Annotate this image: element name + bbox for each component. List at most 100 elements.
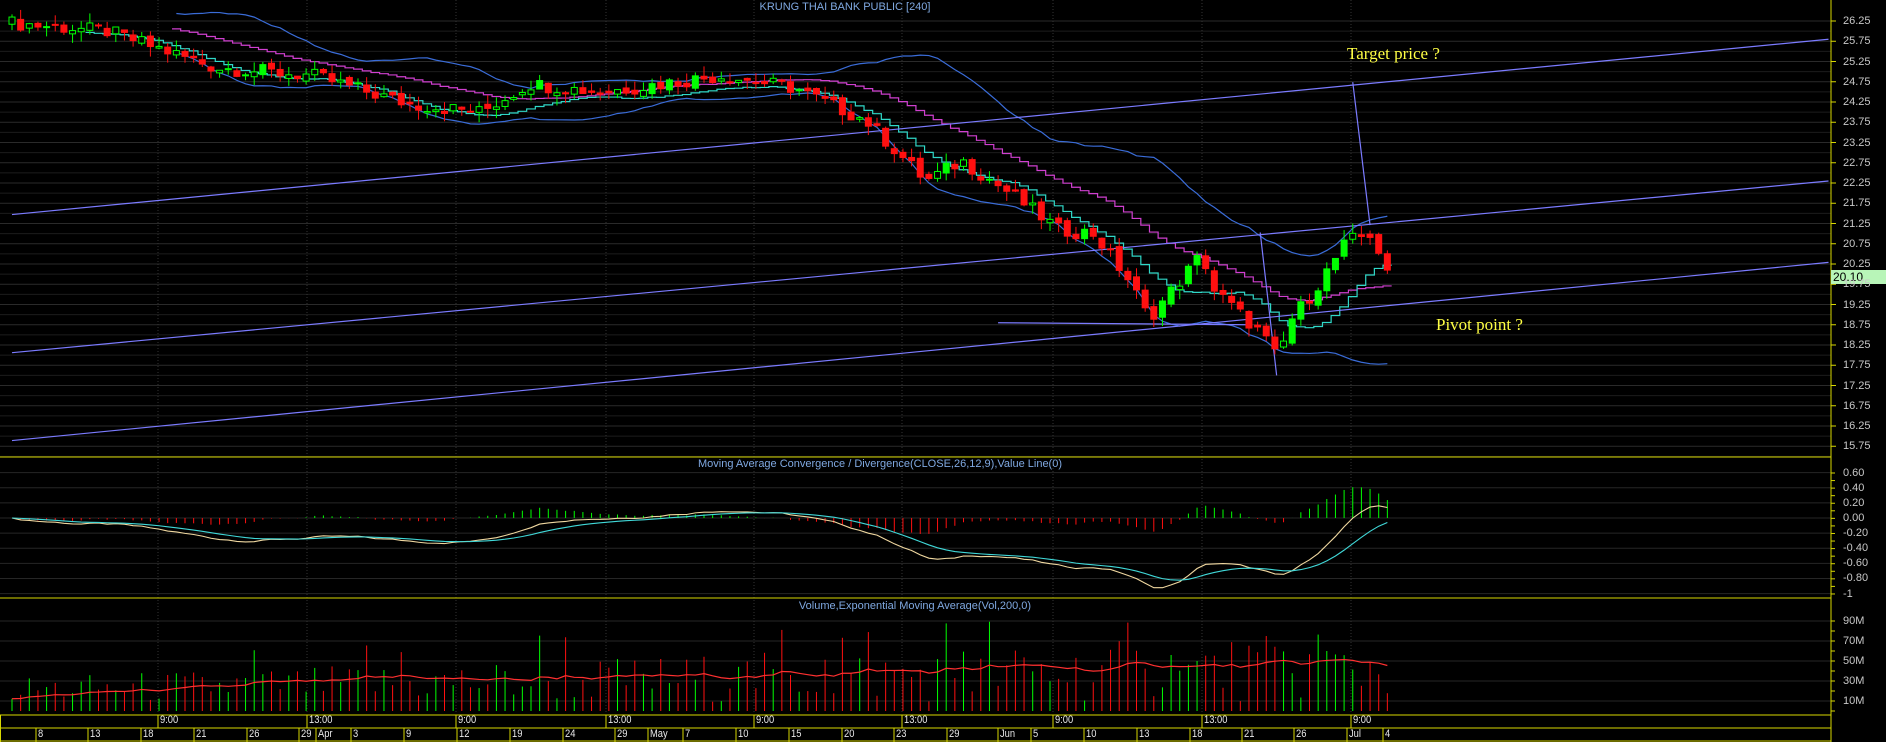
candle-body xyxy=(293,75,301,80)
candle-body xyxy=(389,91,397,96)
time-label: 13:00 xyxy=(904,714,928,726)
candle-body xyxy=(622,87,630,94)
candle-body xyxy=(812,87,820,95)
date-label: 8 xyxy=(38,728,44,740)
candle-body xyxy=(882,127,890,147)
candle-body xyxy=(717,78,725,82)
candle-body xyxy=(778,79,786,82)
candle-body xyxy=(925,173,933,179)
candle-body xyxy=(916,157,924,178)
candle-body xyxy=(51,23,59,26)
candle-body xyxy=(821,96,829,99)
candle-body xyxy=(423,111,431,114)
candle-body xyxy=(639,90,647,97)
volume-ema-line xyxy=(11,658,1388,700)
candle-body xyxy=(207,66,215,72)
date-label: 18 xyxy=(143,728,154,740)
candle-body xyxy=(1124,270,1132,281)
candle-body xyxy=(1340,239,1348,257)
macd-signal-line xyxy=(11,512,1388,581)
trendline-channel-upper xyxy=(11,38,1829,216)
macd-tick-label: 0.00 xyxy=(1843,512,1865,524)
candle-body xyxy=(1306,300,1313,304)
candle-body xyxy=(864,117,872,127)
candle-body xyxy=(345,76,353,86)
candle-body xyxy=(475,106,483,113)
candle-body xyxy=(1331,257,1339,271)
time-label: 9:00 xyxy=(756,714,775,726)
date-label: May xyxy=(650,728,668,740)
macd-title: Moving Average Convergence / Divergence(… xyxy=(697,458,1063,470)
candle-body xyxy=(60,24,68,33)
date-label: 24 xyxy=(565,728,576,740)
date-label: 10 xyxy=(738,728,749,740)
macd-tick-label: -0.40 xyxy=(1843,542,1869,555)
candle-body xyxy=(1037,201,1045,221)
candle-body xyxy=(120,29,128,33)
trendline-channel-middle xyxy=(11,180,1829,354)
candle-body xyxy=(69,30,77,35)
candle-body xyxy=(34,22,42,28)
candle-body xyxy=(968,159,976,175)
macd-tick-label: -1 xyxy=(1843,587,1853,600)
candle-body xyxy=(259,64,267,76)
date-label: 18 xyxy=(1192,728,1203,740)
price-tick-label: 24.75 xyxy=(1843,75,1871,88)
volume-title: Volume,Exponential Moving Average(Vol,20… xyxy=(798,600,1032,612)
date-label: 29 xyxy=(301,728,312,740)
candle-body xyxy=(432,109,440,113)
candle-body xyxy=(1236,301,1244,310)
candle-body xyxy=(1271,336,1279,350)
date-label: 21 xyxy=(196,728,207,740)
candle-body xyxy=(562,92,570,95)
candle-body xyxy=(25,23,33,29)
price-tick-label: 26.25 xyxy=(1843,15,1871,27)
candle-body xyxy=(1098,237,1106,249)
candle-body xyxy=(17,18,25,31)
candle-body xyxy=(242,74,250,77)
candle-body xyxy=(77,27,85,33)
date-label: 4 xyxy=(1385,728,1391,740)
candle-body xyxy=(1184,265,1192,285)
candle-body xyxy=(328,73,336,83)
candle-body xyxy=(674,81,682,87)
candle-body xyxy=(951,163,959,170)
candle-body xyxy=(752,81,760,84)
macd-tick-label: 0.20 xyxy=(1843,496,1865,509)
price-tick-label: 21.75 xyxy=(1843,197,1871,210)
candle-body xyxy=(873,123,881,126)
candle-body xyxy=(1262,325,1270,337)
candle-body xyxy=(830,96,838,101)
candle-body xyxy=(268,62,275,70)
candle-body xyxy=(787,81,794,93)
candle-body xyxy=(856,117,864,120)
time-label: 13:00 xyxy=(309,714,333,726)
candle-body xyxy=(129,34,137,42)
time-label: 9:00 xyxy=(1353,714,1372,726)
time-label: 13:00 xyxy=(608,714,632,726)
date-label: 5 xyxy=(1033,728,1039,740)
candle-body xyxy=(536,80,544,90)
candle-body xyxy=(43,26,51,29)
candle-body xyxy=(1176,285,1184,291)
macd-tick-label: -0.60 xyxy=(1843,557,1869,570)
bollinger-upper xyxy=(176,11,1388,257)
candle-body xyxy=(1375,234,1383,254)
candle-body xyxy=(164,46,172,55)
candle-body xyxy=(103,27,111,37)
candle-body xyxy=(1081,228,1089,240)
candle-body xyxy=(1072,233,1080,240)
candle-body xyxy=(8,16,16,25)
candle-body xyxy=(614,89,621,95)
candle-body xyxy=(908,156,916,162)
candle-body xyxy=(1288,318,1296,344)
date-label: 26 xyxy=(1296,728,1307,740)
candle-body xyxy=(146,35,154,48)
price-tick-label: 16.75 xyxy=(1843,399,1871,412)
macd-tick-label: -0.20 xyxy=(1843,527,1869,540)
candle-body xyxy=(319,68,327,74)
candle-body xyxy=(743,77,751,81)
candle-body xyxy=(899,151,907,159)
time-label: 9:00 xyxy=(458,714,477,726)
date-label: 19 xyxy=(512,728,523,740)
